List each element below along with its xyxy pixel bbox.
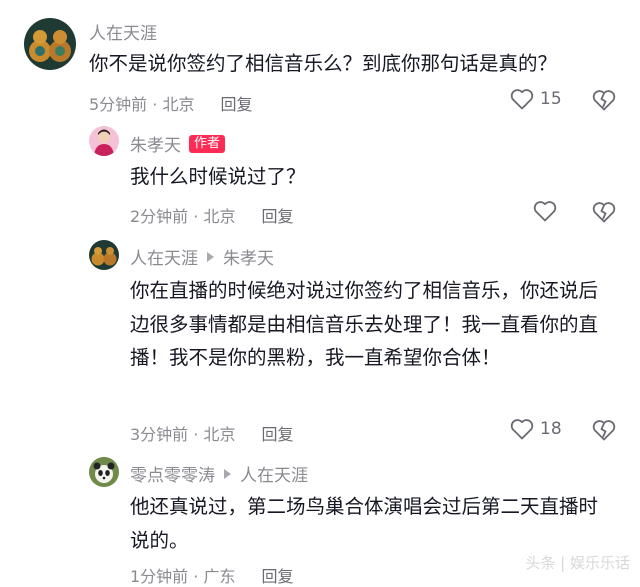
reply-meta: 2分钟前 · 北京 回复 [130,203,293,227]
reply-meta: 3分钟前 · 北京 回复 [130,421,293,445]
reply-to-username[interactable]: 朱孝天 [223,244,274,269]
reply-arrow-icon [207,251,214,262]
reply-to-username[interactable]: 人在天涯 [240,461,308,486]
reply-text: 你在直播的时候绝对说过你签约了相信音乐，你还说后边很多事情都是由相信音乐去处理了… [130,279,599,369]
reply-arrow-icon [224,468,231,479]
heart-icon [510,89,534,110]
username-text[interactable]: 人在天涯 [130,244,198,269]
broken-heart-icon[interactable] [592,201,616,223]
reply-button[interactable]: 回复 [261,567,293,586]
comment-username[interactable]: 人在天涯 [89,19,157,44]
avatar-panda-image [89,457,119,487]
username-text[interactable]: 零点零零涛 [130,461,215,486]
broken-heart-icon[interactable] [592,419,616,441]
author-badge: 作者 [189,134,226,153]
like-count: 18 [540,419,562,439]
reply-username: 人在天涯 朱孝天 [130,244,274,269]
reply-meta: 1分钟前 · 广东 回复 [130,563,293,587]
avatar-portrait-image [89,126,119,156]
like-button[interactable]: 15 [510,88,562,110]
heart-icon [533,201,557,222]
like-button[interactable]: 18 [510,418,562,440]
comment-time: 5分钟前 · 北京 [89,95,195,114]
reply-button[interactable]: 回复 [261,207,293,226]
reply-username[interactable]: 朱孝天 作者 [130,131,226,156]
reply-button[interactable]: 回复 [261,425,293,444]
avatar[interactable] [89,240,119,270]
avatar[interactable] [89,126,119,156]
avatar-gourd-image [89,240,119,270]
comment-time: 1分钟前 · 广东 [130,567,236,586]
avatar-gourd-image [24,18,76,70]
heart-icon [510,419,534,440]
like-button[interactable] [533,200,557,222]
avatar[interactable] [24,18,76,70]
comment-meta: 5分钟前 · 北京 回复 [89,91,252,115]
broken-heart-icon[interactable] [592,89,616,111]
like-count: 15 [540,89,562,109]
comment-time: 2分钟前 · 北京 [130,207,236,226]
comment-time: 3分钟前 · 北京 [130,425,236,444]
avatar[interactable] [89,457,119,487]
reply-username: 零点零零涛 人在天涯 [130,461,308,486]
reply-button[interactable]: 回复 [220,95,252,114]
comment-text: 你不是说你签约了相信音乐么？到底你那句话是真的？ [89,52,558,75]
reply-text: 我什么时候说过了？ [130,165,306,188]
username-text[interactable]: 人在天涯 [89,19,157,44]
username-text[interactable]: 朱孝天 [130,131,181,156]
reply-text: 他还真说过，第二场鸟巢合体演唱会过后第二天直播时说的。 [130,495,599,552]
watermark: 头条 | 娱乐乐话 [525,554,630,572]
